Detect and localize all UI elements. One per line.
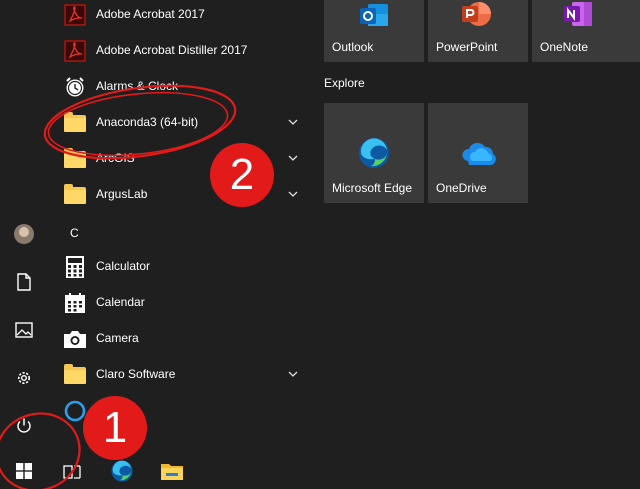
annotation-circle-start [0,412,81,489]
annotation-circle-anaconda [43,84,237,160]
annotation-badge-1: 1 [83,396,147,460]
badge-number: 1 [102,403,128,452]
badge-number: 2 [229,150,255,199]
annotation-badge-2: 2 [210,143,274,207]
annotation-circle-anaconda-inner [47,91,229,157]
